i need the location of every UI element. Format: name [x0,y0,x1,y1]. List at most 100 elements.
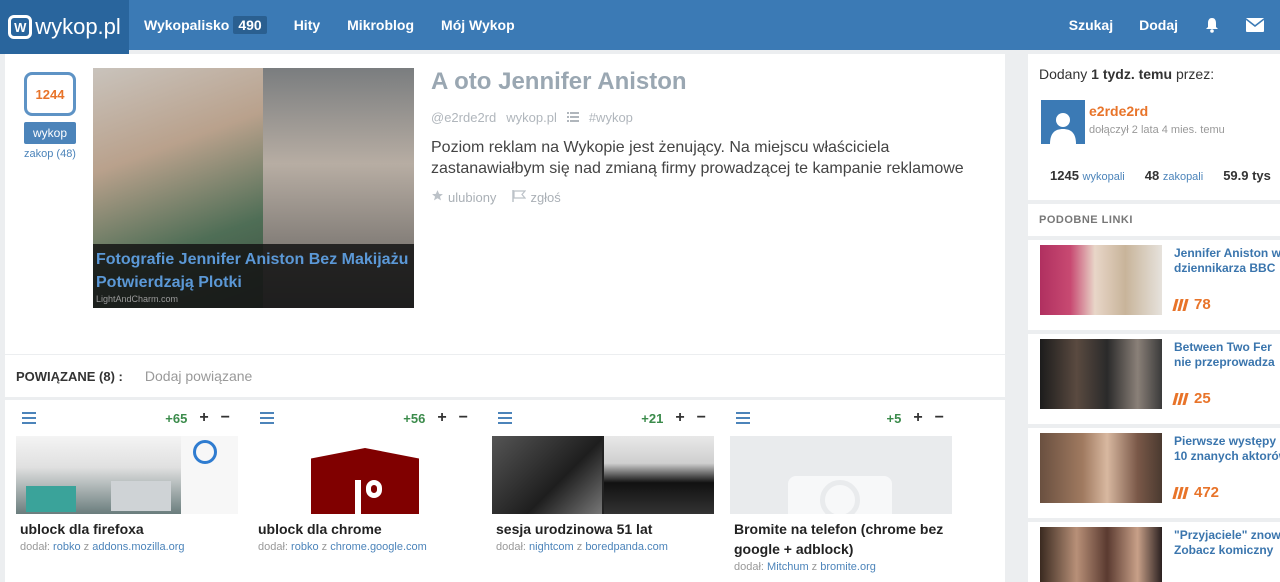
card-title[interactable]: ublock dla chrome [254,514,476,539]
card-domain-link[interactable]: addons.mozilla.org [92,541,184,553]
plus-button[interactable]: + [199,409,208,427]
card-user-link[interactable]: robko [291,541,319,553]
card-score: +5 [886,410,902,426]
plus-button[interactable]: + [437,409,446,427]
byline-z: z [321,541,328,553]
card-title[interactable]: Bromite na telefon (chrome bez google + … [730,514,952,559]
user-name-link[interactable]: e2rde2rd [1089,103,1148,119]
byline-prefix: dodał: [20,541,50,553]
favorite-button[interactable]: ulubiony [431,189,496,205]
card-user-link[interactable]: robko [53,541,81,553]
card-score: +65 [165,410,188,426]
report-button[interactable]: zgłoś [512,189,561,205]
minus-button[interactable]: − [697,409,706,427]
vote-count: 1244 [24,72,76,116]
added-prefix: Dodany [1039,66,1088,82]
related-card[interactable]: +5 + − Bromite na telefon (chrome bez go… [730,400,952,573]
card-thumbnail[interactable] [254,436,476,514]
nav-label: Wykopalisko [144,17,230,33]
user-joined: dołączył 2 lata 4 mies. temu [1089,124,1225,136]
wykop-button[interactable]: wykop [24,122,76,144]
favorite-label: ulubiony [448,189,497,205]
article-description: Poziom reklam na Wykopie jest żenujący. … [431,139,964,177]
thumbnail-caption: Fotografie Jennifer Aniston Bez Makijażu… [93,244,414,308]
similar-count: 78 [1172,296,1211,313]
card-thumbnail[interactable] [730,436,952,514]
menu-icon[interactable] [736,412,750,424]
byline-prefix: dodał: [258,541,288,553]
article-body: A oto Jennifer Aniston @e2rde2rd wykop.p… [431,68,991,205]
related-card[interactable]: +65 + − ublock dla firefoxa dodał: robko… [16,400,238,553]
byline-z: z [811,561,818,573]
plus-button[interactable]: + [913,409,922,427]
card-votes: +21 + − [641,409,706,427]
card-byline: dodał: Mitchum z bromite.org [730,559,952,573]
card-score: +56 [403,410,426,426]
minus-button[interactable]: − [935,409,944,427]
similar-thumbnail [1040,527,1162,582]
sidebar: Dodany 1 tydz. temu przez: e2rde2rd dołą… [1028,54,1280,582]
minus-button[interactable]: − [221,409,230,427]
ublock-logo-icon [311,448,419,514]
plus-button[interactable]: + [675,409,684,427]
nav-item-hity[interactable]: Hity [294,17,320,33]
article-thumbnail[interactable]: Fotografie Jennifer Aniston Bez Makijażu… [93,68,414,308]
list-icon[interactable] [566,110,579,125]
menu-icon[interactable] [498,412,512,424]
card-toolbar: +56 + − [254,400,476,436]
similar-thumbnail [1040,245,1162,315]
author-link[interactable]: @e2rde2rd [431,110,496,125]
card-user-link[interactable]: Mitchum [767,561,809,573]
bury-link[interactable]: zakop (48) [22,148,78,160]
related-card[interactable]: +21 + − sesja urodzinowa 51 lat dodał: n… [492,400,714,553]
logo[interactable]: W wykop.pl [0,0,129,54]
card-thumbnail[interactable] [492,436,714,514]
card-domain-link[interactable]: boredpanda.com [585,541,668,553]
added-suffix: przez: [1175,66,1215,82]
menu-icon[interactable] [260,412,274,424]
similar-link-item[interactable]: "Przyjaciele" znow Zobacz komiczny [1028,522,1280,582]
add-related-link[interactable]: Dodaj powiązane [145,368,252,384]
bell-icon[interactable] [1204,17,1220,33]
nav-right: Szukaj Dodaj [1069,0,1280,50]
article-title[interactable]: A oto Jennifer Aniston [431,68,991,96]
card-domain-link[interactable]: bromite.org [820,561,876,573]
related-header: POWIĄZANE (8) : Dodaj powiązane [5,355,1005,397]
card-votes: +65 + − [165,409,230,427]
thumbnail-caption-text: Fotografie Jennifer Aniston Bez Makijażu… [96,251,409,291]
nav-item-mikroblog[interactable]: Mikroblog [347,17,414,33]
card-byline: dodał: robko z addons.mozilla.org [16,539,238,553]
card-title[interactable]: sesja urodzinowa 51 lat [492,514,714,539]
similar-link-item[interactable]: Pierwsze występy 10 znanych aktorów 472 [1028,428,1280,518]
avatar[interactable] [1041,100,1085,144]
report-label: zgłoś [530,189,561,205]
add-link[interactable]: Dodaj [1139,17,1178,33]
card-user-link[interactable]: nightcom [529,541,574,553]
related-card[interactable]: +56 + − ublock dla chrome dodał: robko z… [254,400,476,553]
wykop-icon [1172,298,1189,311]
card-title[interactable]: ublock dla firefoxa [16,514,238,539]
article-panel: 1244 wykop zakop (48) Fotografie Jennife… [5,54,1005,354]
minus-button[interactable]: − [459,409,468,427]
stat-views: 59.9 tys [1223,168,1271,183]
nav-item-moj-wykop[interactable]: Mój Wykop [441,17,515,33]
logo-mark-icon: W [8,15,33,39]
card-thumbnail[interactable] [16,436,238,514]
user-stats: 1245 wykopali 48 zakopali 59.9 tys [1050,168,1271,183]
similar-title: Jennifer Aniston w dziennikarza BBC [1174,246,1280,275]
card-domain-link[interactable]: chrome.google.com [330,541,427,553]
envelope-icon[interactable] [1246,18,1264,32]
tag-link[interactable]: #wykop [589,110,633,125]
similar-link-item[interactable]: Between Two Fer nie przeprowadza 25 [1028,334,1280,424]
menu-icon[interactable] [22,412,36,424]
article-actions: ulubiony zgłoś [431,189,991,205]
domain-link[interactable]: wykop.pl [506,110,557,125]
nav-item-wykopalisko[interactable]: Wykopalisko 490 [144,16,267,34]
card-votes: +5 + − [886,409,944,427]
wykopalisko-badge: 490 [233,16,267,34]
similar-link-item[interactable]: Jennifer Aniston w dziennikarza BBC 78 [1028,240,1280,330]
search-link[interactable]: Szukaj [1069,17,1113,33]
card-byline: dodał: robko z chrome.google.com [254,539,476,553]
wykop-icon [1172,392,1189,405]
similar-title: "Przyjaciele" znow Zobacz komiczny [1174,528,1280,557]
